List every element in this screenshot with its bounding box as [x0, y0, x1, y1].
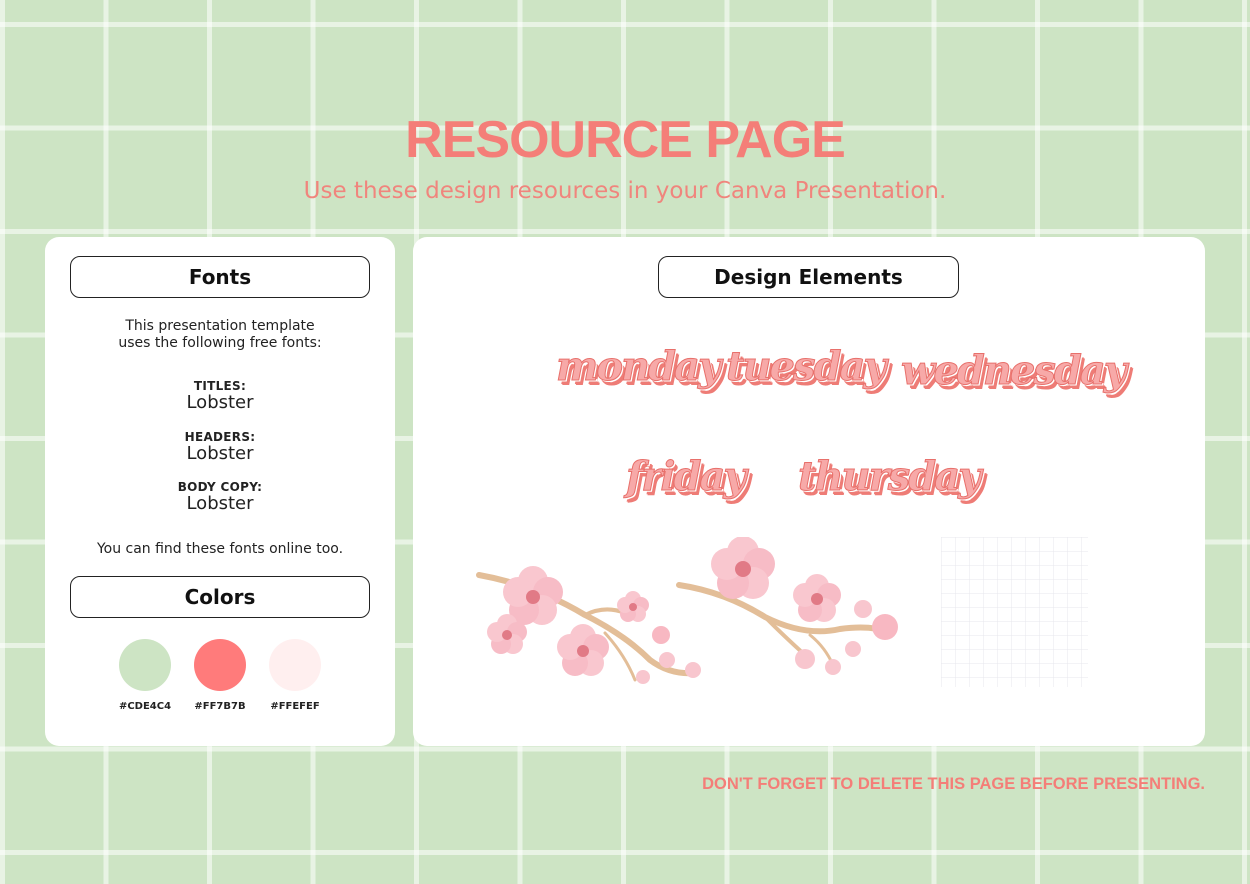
font-item-headers: HEADERS: Lobster	[45, 430, 395, 464]
bud	[795, 649, 815, 669]
day-sticker-tuesday: tuesday	[726, 343, 888, 391]
color-swatch: #CDE4C4	[119, 639, 171, 712]
bud	[872, 614, 898, 640]
page-title: RESOURCE PAGE	[405, 111, 846, 169]
fonts-note: You can find these fonts online too.	[96, 541, 344, 557]
day-sticker-friday: friday	[626, 453, 748, 501]
fonts-intro: This presentation template uses the foll…	[45, 318, 395, 352]
blossom	[793, 574, 841, 622]
font-item-label: HEADERS:	[184, 430, 256, 444]
fonts-intro-line-2: uses the following free fonts:	[118, 335, 322, 351]
fonts-intro-line-1: This presentation template	[125, 318, 315, 334]
cherry-blossom-branch-icon	[676, 537, 898, 675]
footer-note: DON'T FORGET TO DELETE THIS PAGE BEFORE …	[702, 775, 1205, 793]
page-subtitle: Use these design resources in your Canva…	[303, 178, 947, 204]
font-item-value: Lobster	[186, 493, 254, 514]
font-item-body-copy: BODY COPY: Lobster	[45, 480, 395, 514]
day-sticker-wednesday: wednesday	[900, 347, 1127, 395]
bud	[854, 600, 872, 618]
grid-paper-icon	[941, 537, 1088, 687]
design-elements-heading: Design Elements	[658, 256, 959, 298]
font-item-value: Lobster	[186, 392, 254, 413]
colors-heading: Colors	[70, 576, 370, 618]
design-elements-card: Design Elements monday tuesday wednesday…	[413, 237, 1205, 746]
day-sticker-thursday: thursday	[797, 453, 981, 501]
blossom	[711, 537, 775, 599]
bud	[845, 641, 861, 657]
bud	[825, 659, 841, 675]
color-swatch: #FFEFEF	[269, 639, 321, 712]
color-swatch-dot	[269, 639, 321, 691]
fonts-colors-card: Fonts This presentation template uses th…	[45, 237, 395, 746]
bud	[636, 670, 650, 684]
blossom	[557, 624, 609, 676]
color-swatch-dot	[194, 639, 246, 691]
font-item-label: TITLES:	[193, 379, 247, 393]
blossom	[617, 591, 649, 622]
color-swatch: #FF7B7B	[194, 639, 246, 712]
font-item-value: Lobster	[186, 443, 254, 464]
day-sticker-monday: monday	[555, 343, 721, 391]
fonts-heading: Fonts	[70, 256, 370, 298]
bud	[652, 626, 670, 644]
color-swatch-dot	[119, 639, 171, 691]
font-item-label: BODY COPY:	[177, 480, 263, 494]
color-swatch-code: #FFEFEF	[270, 701, 320, 712]
bud	[659, 652, 675, 668]
font-item-titles: TITLES: Lobster	[45, 379, 395, 413]
